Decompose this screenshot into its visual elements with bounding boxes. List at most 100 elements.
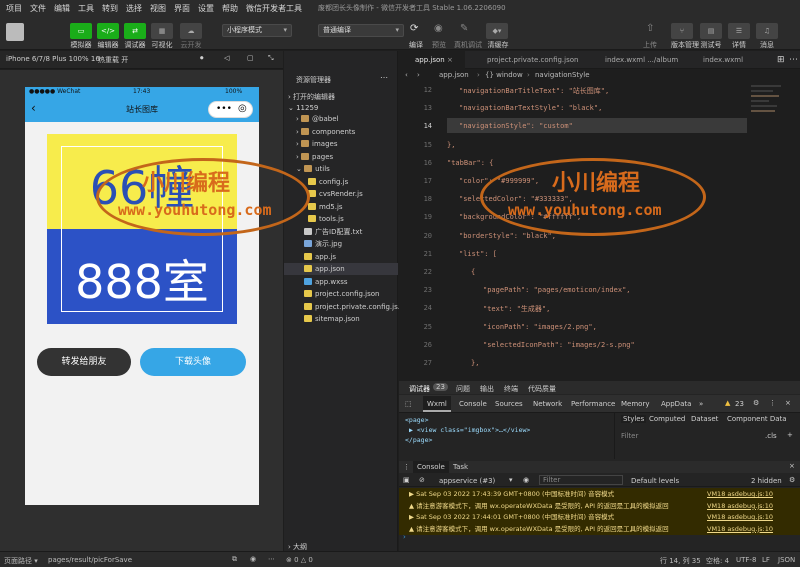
copy-icon[interactable]: ⧉: [232, 555, 237, 564]
breadcrumb-key[interactable]: navigationStyle: [535, 69, 590, 82]
preview-eye-icon[interactable]: ◉: [250, 555, 256, 563]
console-log-row[interactable]: ▶ Sat Sep 03 2022 17:44:01 GMT+0800 (中国标…: [399, 511, 800, 523]
hot-reload-toggle[interactable]: 热重载 开: [98, 55, 128, 65]
menu-tools[interactable]: 工具: [78, 3, 94, 14]
tab-styles[interactable]: Styles: [621, 415, 647, 423]
gear-icon[interactable]: ⚙: [789, 476, 795, 484]
context-select[interactable]: appservice (#3): [439, 477, 495, 485]
file-tree-item[interactable]: 演示.jpg: [284, 238, 342, 250]
menu-settings[interactable]: 设置: [198, 3, 214, 14]
tab-terminal[interactable]: 终端: [504, 384, 518, 394]
more-icon[interactable]: ⋮: [403, 463, 410, 471]
sidebar-toggle-icon[interactable]: ▣: [403, 476, 410, 484]
menu-wechat-devtools[interactable]: 微信开发者工具: [246, 3, 302, 14]
more-tabs-icon[interactable]: »: [699, 400, 703, 408]
tab-memory[interactable]: Memory: [621, 400, 649, 408]
menu-project[interactable]: 项目: [6, 3, 22, 14]
nav-forward-icon[interactable]: ›: [417, 69, 420, 82]
message-button[interactable]: ♫: [756, 23, 778, 39]
tab-network[interactable]: Network: [533, 400, 562, 408]
log-source-link[interactable]: VM18 asdebug.js:10: [707, 522, 773, 535]
wxml-node[interactable]: ▶ <view class="imgbox">…</view>: [405, 425, 530, 435]
simulator-toggle-button[interactable]: ▭: [70, 23, 92, 39]
code-line[interactable]: "borderStyle": "black",: [459, 232, 556, 240]
split-icon[interactable]: ⊞: [777, 55, 785, 65]
code-line[interactable]: "pagePath": "pages/emoticon/index",: [483, 286, 631, 294]
file-tree-item[interactable]: 广告ID配置.txt: [284, 226, 362, 238]
tab-performance[interactable]: Performance: [571, 400, 615, 408]
tab-computed[interactable]: Computed: [649, 415, 685, 423]
console-log-row[interactable]: ▲ 请注意游客模式下，调用 wx.operateWXData 是受限的, API…: [399, 522, 800, 535]
tab-problems[interactable]: 问题: [456, 384, 470, 394]
upload-icon[interactable]: ⇧: [646, 23, 654, 34]
file-tree-item[interactable]: project.config.json: [284, 288, 379, 300]
code-line[interactable]: },: [471, 359, 479, 367]
close-icon[interactable]: ×: [789, 462, 795, 470]
collapse-icon[interactable]: ⤡: [268, 54, 274, 63]
tab-appdata[interactable]: AppData: [661, 400, 691, 408]
tab-sources[interactable]: Sources: [495, 400, 523, 408]
code-line[interactable]: },: [447, 141, 455, 149]
editor-toggle-button[interactable]: </>: [97, 23, 119, 39]
warning-icon[interactable]: ▲: [725, 399, 730, 407]
file-tree-item[interactable]: › pages: [284, 151, 333, 163]
console-prompt[interactable]: ›: [403, 533, 406, 541]
file-tree-item[interactable]: project.private.config.js...: [284, 301, 404, 313]
minimap[interactable]: [751, 82, 791, 162]
tab-component-data[interactable]: Component Data: [727, 415, 787, 423]
more-icon[interactable]: ⋯: [380, 73, 388, 82]
breadcrumb-window[interactable]: {} window: [485, 69, 523, 82]
log-levels-select[interactable]: Default levels: [631, 477, 679, 485]
file-tree-item[interactable]: app.js: [284, 251, 336, 263]
code-line[interactable]: "navigationStyle": "custom": [459, 122, 573, 130]
file-tree-item[interactable]: › @babel: [284, 113, 338, 125]
cls-toggle[interactable]: .cls: [765, 432, 777, 440]
menu-help[interactable]: 帮助: [222, 3, 238, 14]
tab-project-private-config[interactable]: project.private.config.json: [471, 51, 583, 69]
gear-icon[interactable]: ⚙: [753, 399, 759, 407]
inspect-icon[interactable]: ⬚: [405, 400, 412, 408]
error-warning-counts[interactable]: ⊗ 0 △ 0: [286, 556, 313, 564]
menu-goto[interactable]: 转到: [102, 3, 118, 14]
eye-icon[interactable]: ◉: [523, 476, 529, 484]
wxml-node[interactable]: <page>: [405, 415, 530, 425]
file-tree-item[interactable]: sitemap.json: [284, 313, 360, 325]
indent-spaces[interactable]: 空格: 4: [706, 556, 729, 566]
debugger-toggle-button[interactable]: ⇄: [124, 23, 146, 39]
tab-console-drawer[interactable]: Console: [413, 461, 449, 473]
styles-filter-input[interactable]: Filter: [621, 432, 638, 440]
share-button[interactable]: 转发给朋友: [37, 348, 131, 376]
close-icon[interactable]: ×: [447, 56, 453, 64]
code-line[interactable]: "navigationBarTitleText": "站长图库",: [459, 86, 609, 96]
tab-wxml[interactable]: Wxml: [423, 396, 451, 412]
remote-debug-icon[interactable]: ✎: [460, 23, 468, 34]
code-line[interactable]: "iconPath": "images/2.png",: [483, 323, 597, 331]
chevron-down-icon[interactable]: ▾: [509, 476, 513, 484]
menu-select[interactable]: 选择: [126, 3, 142, 14]
menu-view[interactable]: 视图: [150, 3, 166, 14]
tab-code-quality[interactable]: 代码质量: [528, 384, 556, 394]
cloud-dev-button[interactable]: ☁: [180, 23, 202, 39]
file-tree-item[interactable]: app.wxss: [284, 276, 348, 288]
download-button[interactable]: 下载头像: [140, 348, 246, 376]
page-path[interactable]: pages/result/picForSave: [48, 556, 132, 564]
file-encoding[interactable]: UTF-8: [736, 556, 756, 564]
tab-output[interactable]: 输出: [480, 384, 494, 394]
language-mode[interactable]: JSON: [778, 556, 795, 564]
code-line[interactable]: {: [471, 268, 475, 276]
tab-debugger[interactable]: 调试器: [409, 384, 430, 394]
test-account-button[interactable]: ▤: [700, 23, 722, 39]
console-log-row[interactable]: ▶ Sat Sep 03 2022 17:43:39 GMT+0800 (中国标…: [399, 488, 800, 500]
line-ending[interactable]: LF: [762, 556, 770, 564]
file-tree-item[interactable]: app.json: [284, 263, 398, 275]
breadcrumb-file[interactable]: app.json: [439, 69, 469, 82]
tab-console[interactable]: Console: [459, 400, 487, 408]
file-tree-item[interactable]: › images: [284, 138, 337, 150]
menu-edit[interactable]: 编辑: [54, 3, 70, 14]
add-icon[interactable]: +: [787, 431, 793, 439]
page-path-label[interactable]: 页面路径 ▾: [4, 556, 38, 566]
tab-dataset[interactable]: Dataset: [691, 415, 718, 423]
clear-cache-button[interactable]: ◆▾: [486, 23, 508, 39]
capsule-menu[interactable]: ••• ◎: [208, 101, 253, 118]
mode-select[interactable]: 小程序模式 ▾: [222, 24, 292, 37]
